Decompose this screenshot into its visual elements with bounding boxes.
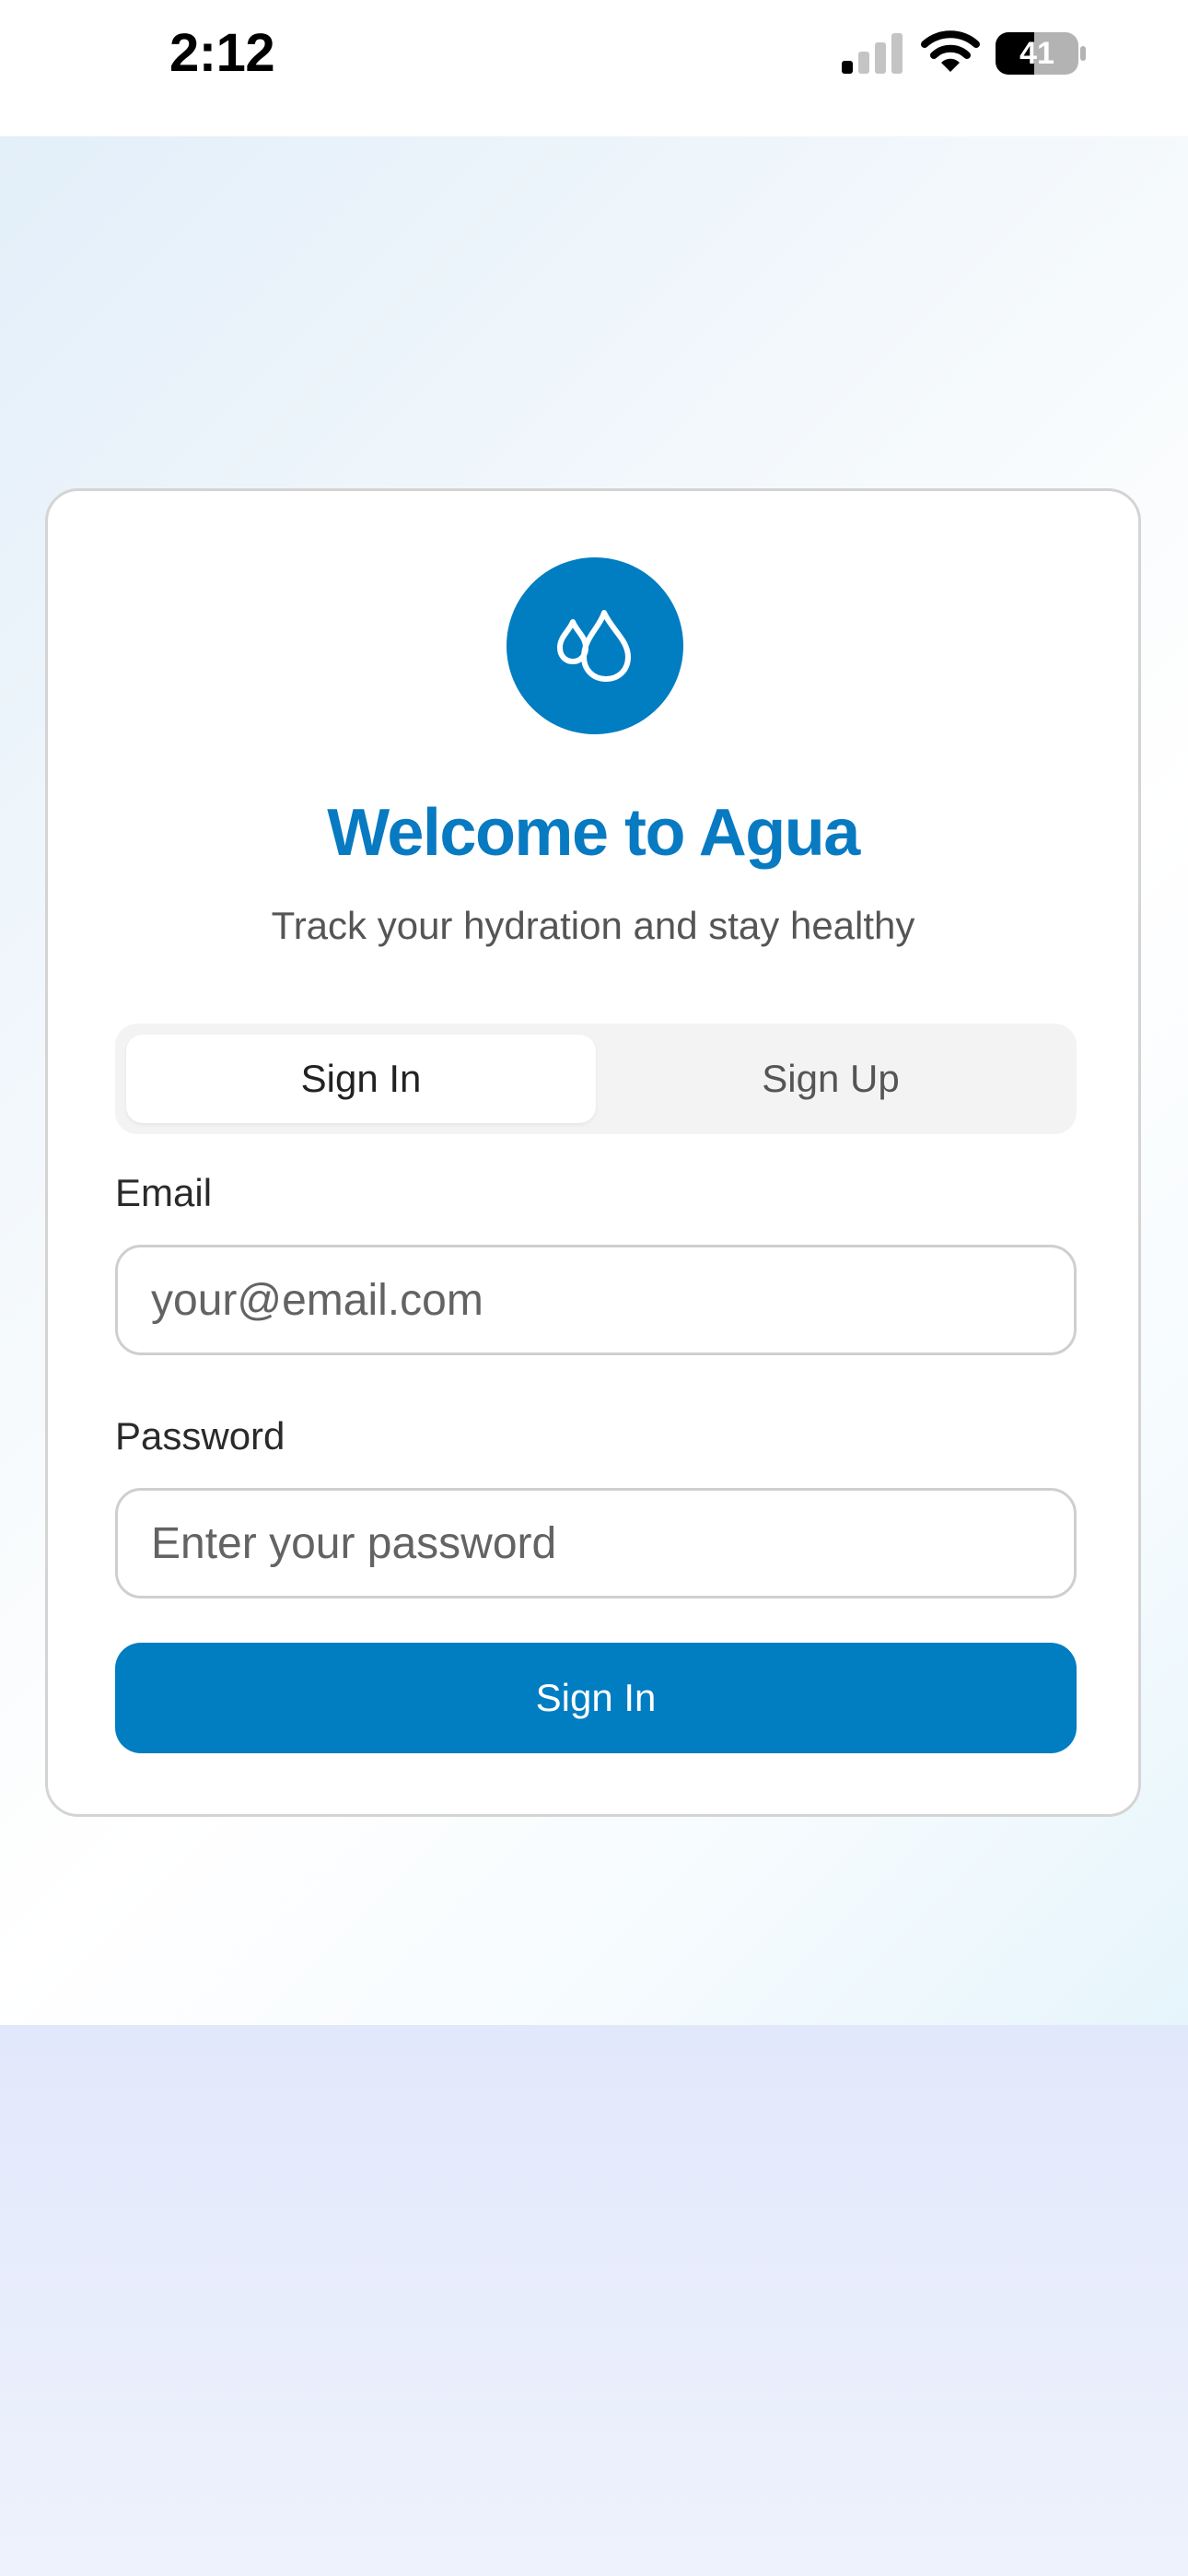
- password-label: Password: [115, 1414, 285, 1458]
- tab-sign-up[interactable]: Sign Up: [596, 1035, 1066, 1123]
- water-drops-icon: [557, 610, 631, 682]
- lower-background: [0, 2025, 1188, 2576]
- page-title: Welcome to Agua: [327, 796, 860, 870]
- sign-in-button[interactable]: Sign In: [115, 1643, 1077, 1753]
- email-label: Email: [115, 1171, 213, 1214]
- status-bar: 2:12 41: [0, 0, 1188, 136]
- login-card: Welcome to Agua Track your hydration and…: [45, 488, 1141, 1817]
- email-field[interactable]: [115, 1245, 1077, 1355]
- battery-level: 41: [1019, 36, 1054, 71]
- auth-tabs: Sign In Sign Up: [115, 1024, 1077, 1134]
- app-logo: [507, 557, 683, 734]
- cellular-signal-icon: [842, 33, 903, 74]
- status-time: 2:12: [169, 23, 275, 83]
- page-subtitle: Track your hydration and stay healthy: [271, 904, 915, 947]
- tab-sign-in[interactable]: Sign In: [126, 1035, 596, 1123]
- password-field[interactable]: [115, 1488, 1077, 1598]
- wifi-icon: [921, 30, 980, 72]
